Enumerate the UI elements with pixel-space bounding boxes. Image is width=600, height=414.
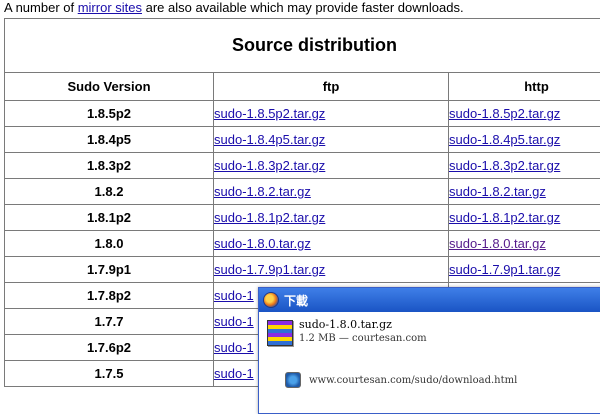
http-cell: sudo-1.7.9p1.tar.gz — [449, 257, 600, 283]
table-row: 1.8.3p2sudo-1.8.3p2.tar.gzsudo-1.8.3p2.t… — [5, 153, 600, 179]
ftp-cell: sudo-1.8.3p2.tar.gz — [214, 153, 449, 179]
http-cell: sudo-1.8.5p2.tar.gz — [449, 101, 600, 127]
http-cell: sudo-1.8.4p5.tar.gz — [449, 127, 600, 153]
version-cell: 1.8.0 — [5, 231, 214, 257]
ftp-download-link[interactable]: sudo-1 — [214, 340, 254, 355]
version-cell: 1.7.7 — [5, 309, 214, 335]
version-cell: 1.8.3p2 — [5, 153, 214, 179]
table-row: 1.8.1p2sudo-1.8.1p2.tar.gzsudo-1.8.1p2.t… — [5, 205, 600, 231]
http-download-link[interactable]: sudo-1.8.5p2.tar.gz — [449, 106, 560, 121]
intro-before: A number of — [4, 0, 78, 15]
version-cell: 1.8.1p2 — [5, 205, 214, 231]
download-source[interactable]: www.courtesan.com/sudo/download.html — [285, 372, 517, 388]
ftp-download-link[interactable]: sudo-1.7.9p1.tar.gz — [214, 262, 325, 277]
download-info: 1.2 MB — courtesan.com — [299, 332, 427, 346]
http-download-link[interactable]: sudo-1.8.1p2.tar.gz — [449, 210, 560, 225]
intro-after: are also available which may provide fas… — [142, 0, 464, 15]
http-download-link[interactable]: sudo-1.8.3p2.tar.gz — [449, 158, 560, 173]
table-row: 1.8.4p5sudo-1.8.4p5.tar.gzsudo-1.8.4p5.t… — [5, 127, 600, 153]
version-cell: 1.7.6p2 — [5, 335, 214, 361]
version-cell: 1.7.5 — [5, 361, 214, 387]
version-cell: 1.8.5p2 — [5, 101, 214, 127]
popup-title: 下載 — [284, 292, 308, 309]
http-download-link[interactable]: sudo-1.8.4p5.tar.gz — [449, 132, 560, 147]
ftp-download-link[interactable]: sudo-1.8.1p2.tar.gz — [214, 210, 325, 225]
ftp-download-link[interactable]: sudo-1 — [214, 288, 254, 303]
version-cell: 1.8.4p5 — [5, 127, 214, 153]
ftp-download-link[interactable]: sudo-1.8.5p2.tar.gz — [214, 106, 325, 121]
download-entry[interactable]: sudo-1.8.0.tar.gz 1.2 MB — courtesan.com — [267, 318, 427, 346]
firefox-icon — [263, 292, 279, 308]
http-download-link[interactable]: sudo-1.7.9p1.tar.gz — [449, 262, 560, 277]
http-cell: sudo-1.8.2.tar.gz — [449, 179, 600, 205]
version-cell: 1.7.8p2 — [5, 283, 214, 309]
ftp-cell: sudo-1.8.1p2.tar.gz — [214, 205, 449, 231]
table-title: Source distribution — [5, 19, 600, 73]
header-sudo-version: Sudo Version — [5, 73, 214, 101]
ftp-cell: sudo-1.8.2.tar.gz — [214, 179, 449, 205]
globe-icon — [285, 372, 301, 388]
ftp-download-link[interactable]: sudo-1.8.3p2.tar.gz — [214, 158, 325, 173]
header-http: http — [449, 73, 600, 101]
download-filename: sudo-1.8.0.tar.gz — [299, 318, 427, 332]
ftp-download-link[interactable]: sudo-1.8.2.tar.gz — [214, 184, 311, 199]
ftp-cell: sudo-1.7.9p1.tar.gz — [214, 257, 449, 283]
table-row: 1.7.9p1sudo-1.7.9p1.tar.gzsudo-1.7.9p1.t… — [5, 257, 600, 283]
header-ftp: ftp — [214, 73, 449, 101]
intro-text: A number of mirror sites are also availa… — [4, 0, 464, 16]
version-cell: 1.7.9p1 — [5, 257, 214, 283]
download-source-url: www.courtesan.com/sudo/download.html — [309, 375, 517, 386]
ftp-cell: sudo-1.8.0.tar.gz — [214, 231, 449, 257]
download-popup[interactable]: 下載 sudo-1.8.0.tar.gz 1.2 MB — courtesan.… — [258, 287, 600, 414]
http-download-link[interactable]: sudo-1.8.0.tar.gz — [449, 236, 546, 251]
http-cell: sudo-1.8.1p2.tar.gz — [449, 205, 600, 231]
mirror-sites-link[interactable]: mirror sites — [78, 0, 142, 15]
version-cell: 1.8.2 — [5, 179, 214, 205]
http-cell: sudo-1.8.3p2.tar.gz — [449, 153, 600, 179]
table-row: 1.8.2sudo-1.8.2.tar.gzsudo-1.8.2.tar.gz — [5, 179, 600, 205]
table-row: 1.8.5p2sudo-1.8.5p2.tar.gzsudo-1.8.5p2.t… — [5, 101, 600, 127]
ftp-download-link[interactable]: sudo-1 — [214, 366, 254, 381]
ftp-download-link[interactable]: sudo-1.8.4p5.tar.gz — [214, 132, 325, 147]
ftp-cell: sudo-1.8.4p5.tar.gz — [214, 127, 449, 153]
table-row: 1.8.0sudo-1.8.0.tar.gzsudo-1.8.0.tar.gz — [5, 231, 600, 257]
popup-titlebar[interactable]: 下載 — [259, 288, 600, 312]
http-download-link[interactable]: sudo-1.8.2.tar.gz — [449, 184, 546, 199]
ftp-download-link[interactable]: sudo-1.8.0.tar.gz — [214, 236, 311, 251]
rar-archive-icon — [267, 320, 293, 346]
http-cell: sudo-1.8.0.tar.gz — [449, 231, 600, 257]
ftp-download-link[interactable]: sudo-1 — [214, 314, 254, 329]
ftp-cell: sudo-1.8.5p2.tar.gz — [214, 101, 449, 127]
